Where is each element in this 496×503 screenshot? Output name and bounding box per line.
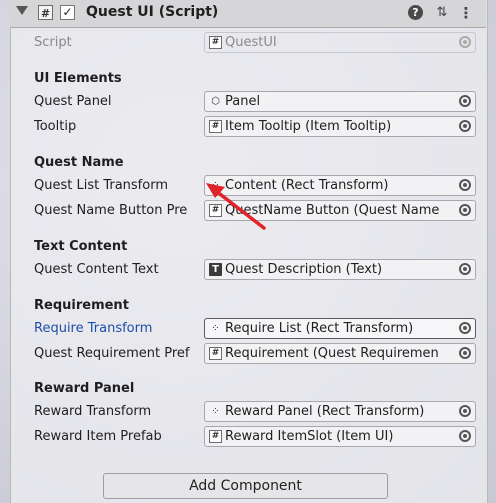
reward-item-prefab-row: Reward Item Prefab # Reward ItemSlot (It…	[10, 426, 486, 448]
quest-list-transform-row: Quest List Transform ⁘ Content (Rect Tra…	[10, 175, 486, 197]
reward-item-prefab-field[interactable]: # Reward ItemSlot (Item UI)	[204, 426, 476, 447]
reward-item-prefab-label[interactable]: Reward Item Prefab	[34, 429, 200, 444]
quest-content-text-label[interactable]: Quest Content Text	[34, 262, 200, 277]
object-picker-icon[interactable]	[459, 263, 471, 275]
rect-transform-icon: ⁘	[211, 180, 220, 191]
quest-requirement-prefab-field[interactable]: # Requirement (Quest Requiremen	[204, 343, 476, 364]
script-component-icon: #	[209, 430, 222, 443]
section-reward-panel: Reward Panel	[34, 381, 135, 396]
rect-transform-icon: ⁘	[211, 406, 220, 417]
tooltip-value: Item Tooltip (Item Tooltip)	[225, 119, 392, 134]
script-component-icon: #	[209, 120, 222, 133]
tooltip-row: Tooltip # Item Tooltip (Item Tooltip)	[10, 116, 486, 138]
object-picker-icon[interactable]	[459, 347, 471, 359]
object-picker-icon[interactable]	[459, 95, 471, 107]
tooltip-label[interactable]: Tooltip	[34, 119, 200, 134]
object-picker-icon[interactable]	[459, 405, 471, 417]
quest-content-text-field[interactable]: T Quest Description (Text)	[204, 259, 476, 280]
quest-panel-field[interactable]: ⬡ Panel	[204, 91, 476, 112]
section-requirement: Requirement	[34, 298, 129, 313]
component-header: # ✓ Quest UI (Script) ? ⇅ ⋮	[10, 0, 486, 28]
reward-item-prefab-value: Reward ItemSlot (Item UI)	[225, 429, 394, 444]
reward-transform-field[interactable]: ⁘ Reward Panel (Rect Transform)	[204, 401, 476, 422]
script-value: QuestUI	[225, 35, 277, 50]
presets-icon[interactable]: ⇅	[434, 5, 450, 21]
object-picker-icon[interactable]	[459, 120, 471, 132]
quest-name-button-prefab-label[interactable]: Quest Name Button Pre	[34, 203, 200, 218]
object-picker-icon	[459, 36, 471, 48]
tooltip-field[interactable]: # Item Tooltip (Item Tooltip)	[204, 116, 476, 137]
script-field: # QuestUI	[204, 32, 476, 53]
reward-transform-row: Reward Transform ⁘ Reward Panel (Rect Tr…	[10, 401, 486, 423]
require-transform-row: Require Transform ⁘ Require List (Rect T…	[10, 318, 486, 340]
quest-requirement-prefab-label[interactable]: Quest Requirement Pref	[34, 346, 206, 361]
script-component-icon: #	[209, 347, 222, 360]
quest-panel-row: Quest Panel ⬡ Panel	[10, 91, 486, 113]
object-picker-icon[interactable]	[459, 322, 471, 334]
object-picker-icon[interactable]	[459, 204, 471, 216]
script-label: Script	[34, 35, 72, 50]
require-transform-value: Require List (Rect Transform)	[225, 321, 414, 336]
quest-content-text-row: Quest Content Text T Quest Description (…	[10, 259, 486, 281]
section-quest-name: Quest Name	[34, 155, 124, 170]
foldout-arrow-icon[interactable]	[16, 6, 28, 15]
reward-transform-value: Reward Panel (Rect Transform)	[225, 404, 425, 419]
quest-requirement-prefab-row: Quest Requirement Pref # Requirement (Qu…	[10, 343, 486, 365]
quest-name-button-prefab-field[interactable]: # QuestName Button (Quest Name	[204, 200, 476, 221]
section-text-content: Text Content	[34, 239, 128, 254]
reward-transform-label[interactable]: Reward Transform	[34, 404, 200, 419]
object-picker-icon[interactable]	[459, 430, 471, 442]
enabled-checkbox[interactable]: ✓	[60, 5, 75, 20]
context-menu-icon[interactable]: ⋮	[458, 5, 474, 21]
object-picker-icon[interactable]	[459, 179, 471, 191]
require-transform-label[interactable]: Require Transform	[34, 321, 200, 336]
rect-transform-icon: ⁘	[211, 323, 220, 334]
quest-list-transform-value: Content (Rect Transform)	[225, 178, 389, 193]
quest-content-text-value: Quest Description (Text)	[225, 262, 383, 277]
script-asset-icon: #	[209, 36, 222, 49]
component-title[interactable]: Quest UI (Script)	[86, 4, 218, 20]
quest-name-button-prefab-value: QuestName Button (Quest Name	[225, 203, 440, 218]
add-component-button[interactable]: Add Component	[103, 473, 388, 499]
quest-list-transform-field[interactable]: ⁘ Content (Rect Transform)	[204, 175, 476, 196]
script-row: Script # QuestUI	[10, 32, 486, 54]
quest-name-button-prefab-row: Quest Name Button Pre # QuestName Button…	[10, 200, 486, 222]
script-icon: #	[38, 5, 53, 20]
text-component-icon: T	[209, 263, 222, 276]
quest-list-transform-label[interactable]: Quest List Transform	[34, 178, 200, 193]
quest-panel-label[interactable]: Quest Panel	[34, 94, 200, 109]
help-icon[interactable]: ?	[408, 5, 423, 20]
script-component-icon: #	[209, 204, 222, 217]
quest-panel-value: Panel	[225, 94, 261, 109]
require-transform-field[interactable]: ⁘ Require List (Rect Transform)	[204, 318, 476, 339]
quest-requirement-prefab-value: Requirement (Quest Requiremen	[225, 346, 439, 361]
section-ui-elements: UI Elements	[34, 71, 122, 86]
gameobject-cube-icon: ⬡	[211, 96, 220, 107]
